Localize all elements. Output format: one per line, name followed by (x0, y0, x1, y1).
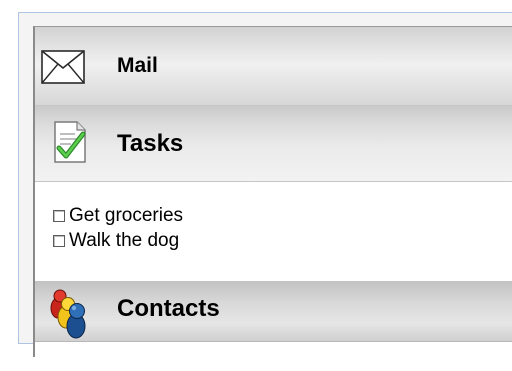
mail-section-header[interactable]: Mail (35, 27, 512, 106)
tasks-section-header[interactable]: Tasks (35, 106, 512, 182)
task-label: Get groceries (69, 205, 184, 226)
accordion-panel: Mail Tasks Get groceries Walk the dog Co… (33, 26, 512, 357)
task-checkbox[interactable] (53, 210, 65, 222)
tasks-panel: Get groceries Walk the dog (35, 182, 512, 281)
task-item[interactable]: Get groceries (53, 205, 183, 227)
tasks-section-label: Tasks (117, 130, 184, 157)
task-item[interactable]: Walk the dog (53, 230, 179, 252)
envelope-icon (41, 50, 85, 89)
task-label: Walk the dog (69, 230, 180, 251)
checked-document-icon (53, 120, 89, 169)
people-icon (49, 289, 93, 344)
task-checkbox[interactable] (53, 235, 65, 247)
contacts-section-header[interactable]: Contacts (35, 281, 512, 342)
contacts-section-label: Contacts (117, 295, 220, 322)
mail-section-label: Mail (117, 54, 158, 77)
